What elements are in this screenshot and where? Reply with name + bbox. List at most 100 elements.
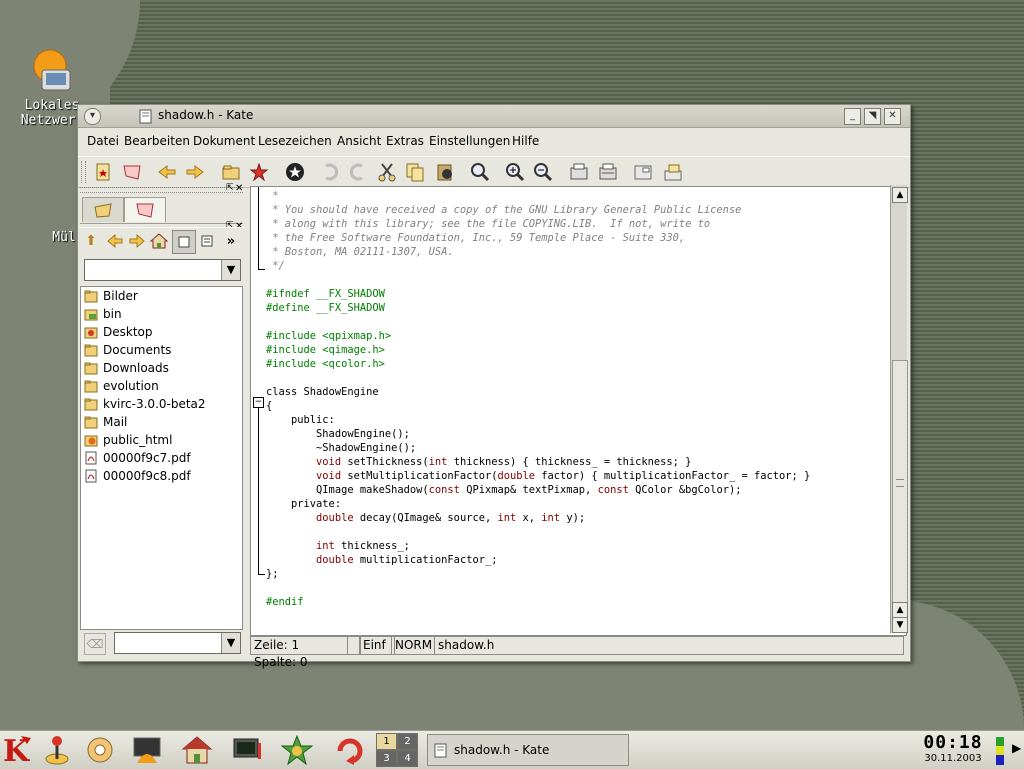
file-list-item[interactable]: bin (81, 305, 242, 323)
new-star-icon[interactable] (248, 161, 270, 183)
code-line: ~ShadowEngine(); (266, 441, 810, 455)
paste-icon[interactable] (434, 161, 456, 183)
back-icon[interactable] (156, 161, 178, 183)
code-token: void (316, 470, 342, 482)
print-icon[interactable] (568, 161, 590, 183)
scroll-down-icon[interactable]: ▼ (892, 617, 908, 633)
minimize-button[interactable]: _ (844, 108, 861, 125)
panel-hide-arrow-icon[interactable]: ▶ (1012, 741, 1021, 755)
terminal-icon[interactable] (230, 733, 264, 767)
code-token: int (316, 540, 335, 552)
detail-view-icon[interactable] (172, 230, 196, 254)
pager-desktop-3[interactable]: 3 (376, 750, 397, 767)
file-list-item[interactable]: 00000f9c7.pdf (81, 449, 242, 467)
toolbar-handle[interactable] (81, 161, 86, 183)
copy-icon[interactable] (404, 161, 426, 183)
menu-ansicht[interactable]: Ansicht (337, 134, 381, 148)
systray-indicator[interactable] (996, 737, 1004, 765)
tab-filelist[interactable] (82, 197, 124, 222)
path-combo[interactable]: ▼ (84, 259, 241, 281)
code-token: y); (560, 512, 586, 524)
cut-icon[interactable] (376, 161, 398, 183)
more-icon[interactable]: » (220, 230, 242, 252)
code-token: multiplicationFactor_; (353, 554, 498, 566)
save-icon[interactable] (632, 161, 654, 183)
code-line: public: (266, 413, 810, 427)
pdf-icon (85, 469, 97, 483)
code-line: #define __FX_SHADOW (266, 301, 810, 315)
scrollbar-thumb[interactable] (892, 360, 908, 612)
nav-back-icon[interactable] (104, 230, 126, 252)
home-icon[interactable] (148, 230, 170, 252)
taskbar-kate-icon (434, 743, 447, 758)
save-as-icon[interactable] (662, 161, 684, 183)
vertical-scrollbar[interactable]: ▲ ▲ ▼ (890, 185, 908, 633)
close-doc-icon[interactable] (121, 161, 143, 183)
pager-desktop-4[interactable]: 4 (397, 750, 418, 767)
kcontrol-icon[interactable] (83, 733, 117, 767)
title-bar[interactable]: ▾ shadow.h - Kate _ ◥ ✕ (78, 105, 910, 128)
menu-einstellungen[interactable]: Einstellungen (429, 134, 510, 148)
joystick-icon[interactable] (40, 733, 74, 767)
code-editor[interactable]: − * * You should have received a copy of… (250, 186, 907, 636)
file-list-item[interactable]: kvirc-3.0.0-beta2 (81, 395, 242, 413)
konsole-shell-icon[interactable] (130, 733, 164, 767)
menu-bearbeiten[interactable]: Bearbeiten (124, 134, 190, 148)
file-list-item[interactable]: evolution (81, 377, 242, 395)
menu-dokument[interactable]: Dokument (193, 134, 255, 148)
clock[interactable]: 00:18 30.11.2003 (921, 733, 985, 767)
code-token: int (428, 456, 448, 468)
file-list-item[interactable]: Documents (81, 341, 242, 359)
open-icon[interactable] (220, 161, 242, 183)
short-view-icon[interactable] (196, 230, 218, 252)
undo-icon[interactable] (319, 161, 341, 183)
home-folder-icon[interactable] (180, 733, 214, 767)
print-preview-icon[interactable] (597, 161, 619, 183)
menu-extras[interactable]: Extras (386, 134, 424, 148)
update-icon[interactable] (333, 733, 367, 767)
file-list-item[interactable]: Bilder (81, 287, 242, 305)
up-icon[interactable]: ⬆ (80, 230, 102, 252)
filter-clear-icon[interactable]: ⌫ (84, 633, 106, 655)
maximize-button[interactable]: ◥ (864, 108, 881, 125)
pager-desktop-2[interactable]: 2 (397, 733, 418, 750)
file-list-item[interactable]: Desktop (81, 323, 242, 341)
file-list-item[interactable]: Mail (81, 413, 242, 431)
taskbar-kate-button[interactable]: shadow.h - Kate (427, 734, 629, 766)
code-token: const (597, 484, 629, 496)
zoom-out-icon[interactable] (532, 161, 554, 183)
redo-icon[interactable] (347, 161, 369, 183)
star-icon[interactable] (280, 733, 314, 767)
stop-icon[interactable] (284, 161, 306, 183)
close-button[interactable]: ✕ (884, 108, 901, 125)
code-token: double (316, 554, 354, 566)
forward-icon[interactable] (184, 161, 206, 183)
code-token: setMultiplicationFactor( (341, 470, 498, 482)
nav-forward-icon[interactable] (126, 230, 148, 252)
status-bar: Zeile: 1 Spalte: 0 Einf NORM shadow.h (250, 635, 904, 669)
code-token: * the Free Software Foundation, Inc., 59… (266, 232, 686, 244)
file-list-item[interactable]: Downloads (81, 359, 242, 377)
new-icon[interactable] (92, 161, 114, 183)
filter-combo[interactable]: ▼ (114, 632, 241, 654)
code-token: int (497, 512, 517, 524)
scroll-up-icon[interactable]: ▲ (892, 187, 908, 203)
file-list-item[interactable]: public_html (81, 431, 242, 449)
panel-undock-icon[interactable]: ⇱ (226, 183, 234, 193)
file-list-item[interactable]: 00000f9c8.pdf (81, 467, 242, 485)
scroll-up-bottom-icon[interactable]: ▲ (892, 602, 908, 618)
code-token: ~ShadowEngine(); (266, 442, 417, 454)
tab-filesystem[interactable] (124, 197, 166, 222)
path-combo-arrow-icon[interactable]: ▼ (221, 260, 240, 280)
menu-lesezeichen[interactable]: Lesezeichen (258, 134, 332, 148)
pager-desktop-1[interactable]: 1 (376, 733, 397, 750)
menu-hilfe[interactable]: Hilfe (512, 134, 539, 148)
zoom-in-icon[interactable] (504, 161, 526, 183)
find-icon[interactable] (469, 161, 491, 183)
window-menu-button[interactable]: ▾ (84, 108, 101, 125)
filter-combo-arrow-icon[interactable]: ▼ (221, 633, 240, 653)
pdf-icon (85, 451, 97, 465)
kde-k-menu-icon[interactable]: K (0, 733, 34, 767)
menu-datei[interactable]: Datei (87, 134, 119, 148)
